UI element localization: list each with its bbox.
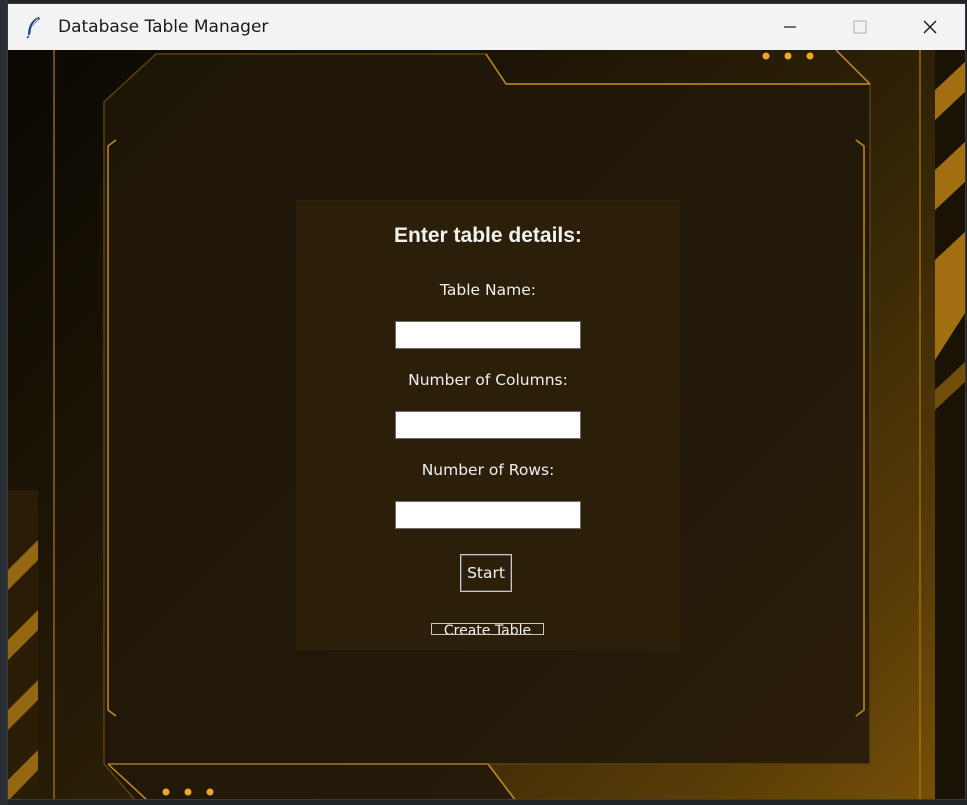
app-window: Database Table Manager Enter table detai… bbox=[7, 3, 966, 800]
minimize-icon bbox=[784, 26, 796, 28]
table-name-input[interactable] bbox=[395, 321, 581, 349]
window-controls bbox=[755, 4, 965, 50]
form-heading: Enter table details: bbox=[394, 224, 582, 247]
create-table-label: Create Table bbox=[443, 623, 532, 635]
window-title: Database Table Manager bbox=[58, 17, 269, 37]
form-panel: Enter table details: Table Name: Number … bbox=[296, 200, 680, 650]
close-icon bbox=[923, 20, 937, 34]
rows-input[interactable] bbox=[395, 501, 581, 529]
maximize-icon bbox=[853, 20, 867, 34]
window-content: Enter table details: Table Name: Number … bbox=[8, 50, 965, 799]
rows-label: Number of Rows: bbox=[421, 461, 555, 479]
feather-icon bbox=[22, 15, 46, 39]
minimize-button[interactable] bbox=[755, 4, 825, 50]
create-table-button[interactable]: Create Table bbox=[431, 623, 544, 635]
columns-label: Number of Columns: bbox=[408, 371, 568, 389]
columns-input[interactable] bbox=[395, 411, 581, 439]
maximize-button[interactable] bbox=[825, 4, 895, 50]
start-button[interactable]: Start bbox=[460, 554, 512, 592]
table-name-label: Table Name: bbox=[440, 281, 536, 299]
title-bar[interactable]: Database Table Manager bbox=[8, 4, 965, 50]
close-button[interactable] bbox=[895, 4, 965, 50]
